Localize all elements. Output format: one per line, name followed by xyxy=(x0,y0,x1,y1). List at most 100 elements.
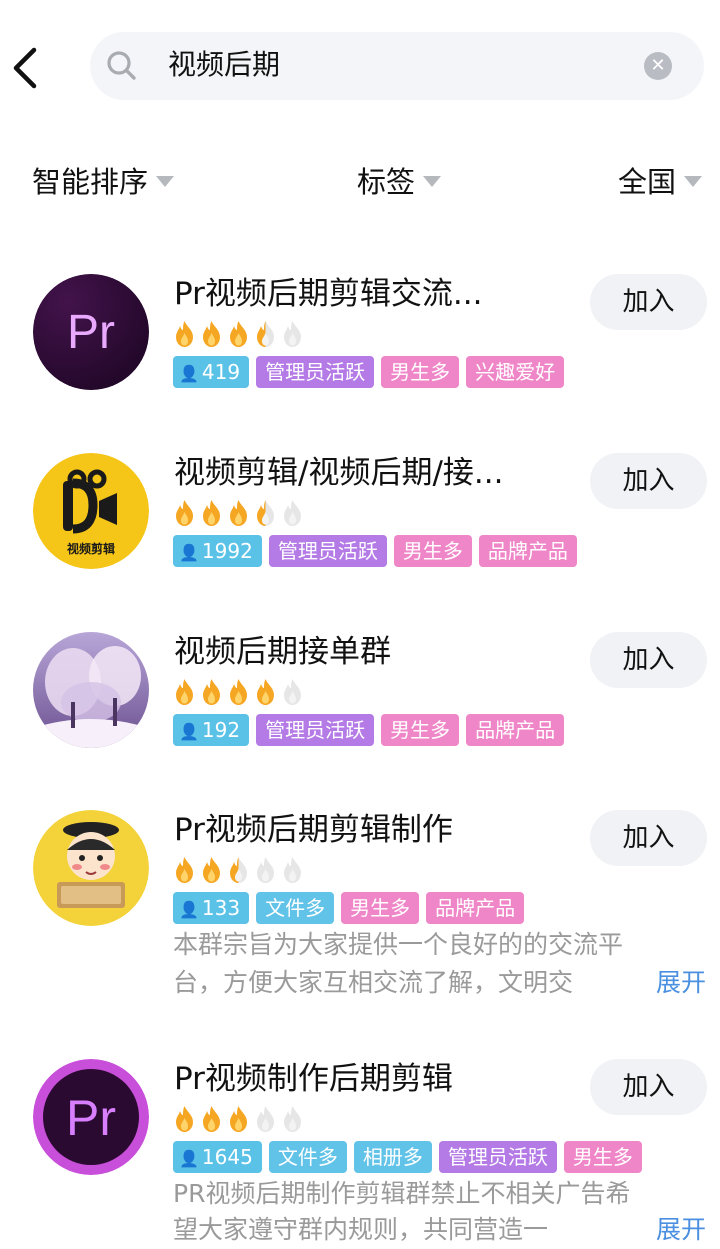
group-name: 视频剪辑/视频后期/接... xyxy=(174,455,504,491)
group-tag: 管理员活跃 xyxy=(256,714,375,746)
flame-icon xyxy=(203,857,220,883)
group-tag: 男生多 xyxy=(381,356,460,388)
group-tags: 👤 1992 管理员活跃 男生多 品牌产品 xyxy=(173,535,577,567)
member-count: 192 xyxy=(201,718,241,742)
group-tags: 👤 419 管理员活跃 男生多 兴趣爱好 xyxy=(173,356,565,388)
group-tag: 男生多 xyxy=(381,714,460,746)
expand-link[interactable]: 展开 xyxy=(611,964,706,1002)
filter-sort-label: 智能排序 xyxy=(32,165,149,199)
group-description-line: 台，方便大家互相交流了解，文明交 xyxy=(173,968,574,997)
flame-icon xyxy=(176,1106,193,1132)
activity-rating xyxy=(173,320,304,348)
flame-icon xyxy=(176,857,193,883)
group-tag: 文件多 xyxy=(268,1141,347,1173)
member-count-badge: 👤 1645 xyxy=(173,1141,262,1173)
person-icon: 👤 xyxy=(179,1149,199,1168)
group-tag: 品牌产品 xyxy=(466,714,565,746)
search-results-page: 视频后期 ✕ 智能排序 标签 全国 Pr Pr视频后期剪辑交流... 👤 419 … xyxy=(0,0,720,1249)
premiere-pro-logo-icon: Pr xyxy=(33,274,149,390)
group-description-line: 本群宗旨为大家提供一个良好的的交流平 xyxy=(173,930,624,959)
filter-tag-dropdown[interactable]: 标签 xyxy=(357,160,442,200)
member-count: 133 xyxy=(201,896,241,920)
flame-icon xyxy=(203,1106,220,1132)
flame-icon xyxy=(203,321,220,347)
group-tags: 👤 192 管理员活跃 男生多 品牌产品 xyxy=(173,714,565,746)
svg-text:视频剪辑: 视频剪辑 xyxy=(67,541,115,556)
join-button[interactable]: 加入 xyxy=(590,632,707,688)
flame-icon xyxy=(176,321,193,347)
member-count-badge: 👤 192 xyxy=(173,714,250,746)
filter-sort-dropdown[interactable]: 智能排序 xyxy=(32,160,175,200)
expand-link[interactable]: 展开 xyxy=(611,1211,706,1249)
flame-icon xyxy=(230,679,247,705)
join-button[interactable]: 加入 xyxy=(590,810,707,866)
filter-region-label: 全国 xyxy=(618,165,677,199)
dropdown-arrow-icon xyxy=(156,175,175,187)
group-tag: 男生多 xyxy=(393,535,472,567)
filter-tag-label: 标签 xyxy=(357,165,416,199)
svg-text:Pr: Pr xyxy=(66,1090,116,1146)
group-name: Pr视频后期剪辑制作 xyxy=(174,812,453,848)
filter-region-dropdown[interactable]: 全国 xyxy=(618,160,703,200)
flame-icon xyxy=(257,857,274,883)
search-icon xyxy=(107,51,136,80)
clear-search-icon[interactable]: ✕ xyxy=(644,52,672,80)
flame-icon xyxy=(176,679,193,705)
group-name: Pr视频后期剪辑交流... xyxy=(174,276,483,312)
activity-rating xyxy=(173,856,304,884)
member-count-badge: 👤 419 xyxy=(173,356,250,388)
activity-rating xyxy=(173,499,304,527)
activity-rating xyxy=(173,678,304,706)
flame-icon xyxy=(230,1106,247,1132)
flame-icon xyxy=(230,500,247,526)
group-tags: 👤 133 文件多 男生多 品牌产品 xyxy=(173,892,525,924)
person-icon: 👤 xyxy=(179,543,199,562)
flame-icon xyxy=(284,679,301,705)
snowy-trees-photo-icon xyxy=(33,632,149,748)
join-button[interactable]: 加入 xyxy=(590,453,707,509)
video-edit-logo-icon: 视频剪辑 xyxy=(33,453,149,569)
flame-icon xyxy=(284,857,301,883)
search-input[interactable]: 视频后期 ✕ xyxy=(90,32,704,100)
member-count-badge: 👤 1992 xyxy=(173,535,262,567)
flame-icon xyxy=(203,679,220,705)
person-icon: 👤 xyxy=(179,364,199,383)
group-tag: 管理员活跃 xyxy=(438,1141,557,1173)
search-query-text[interactable]: 视频后期 xyxy=(168,46,280,84)
group-tag: 文件多 xyxy=(256,892,335,924)
member-count: 1992 xyxy=(201,539,253,563)
flame-icon xyxy=(257,500,274,526)
join-button[interactable]: 加入 xyxy=(590,1059,707,1115)
person-icon: 👤 xyxy=(179,900,199,919)
join-button[interactable]: 加入 xyxy=(590,274,707,330)
group-tag: 兴趣爱好 xyxy=(466,356,565,388)
member-count: 419 xyxy=(201,360,241,384)
dropdown-arrow-icon xyxy=(684,175,703,187)
flame-icon xyxy=(203,500,220,526)
flame-icon xyxy=(257,321,274,347)
group-name: 视频后期接单群 xyxy=(174,634,391,670)
flame-icon xyxy=(284,321,301,347)
flame-icon xyxy=(284,500,301,526)
dropdown-arrow-icon xyxy=(423,175,442,187)
back-arrow-icon[interactable] xyxy=(8,44,42,92)
flame-icon xyxy=(230,857,247,883)
flame-icon xyxy=(176,500,193,526)
activity-rating xyxy=(173,1105,304,1133)
group-name: Pr视频制作后期剪辑 xyxy=(174,1061,453,1097)
group-tag: 男生多 xyxy=(341,892,420,924)
group-tag: 管理员活跃 xyxy=(268,535,387,567)
member-count: 1645 xyxy=(201,1145,253,1169)
group-description-line: PR视频后期制作剪辑群禁止不相关广告希 xyxy=(173,1179,631,1208)
group-tag: 品牌产品 xyxy=(478,535,577,567)
group-tag: 男生多 xyxy=(563,1141,642,1173)
member-count-badge: 👤 133 xyxy=(173,892,250,924)
svg-text:Pr: Pr xyxy=(67,306,115,359)
flame-icon xyxy=(230,321,247,347)
group-tags: 👤 1645 文件多 相册多 管理员活跃 男生多 xyxy=(173,1141,642,1173)
group-description-line: 望大家遵守群内规则，共同营造一 xyxy=(173,1215,549,1244)
cartoon-character-icon xyxy=(33,810,149,926)
group-tag: 品牌产品 xyxy=(426,892,525,924)
group-tag: 相册多 xyxy=(353,1141,432,1173)
flame-icon xyxy=(257,679,274,705)
